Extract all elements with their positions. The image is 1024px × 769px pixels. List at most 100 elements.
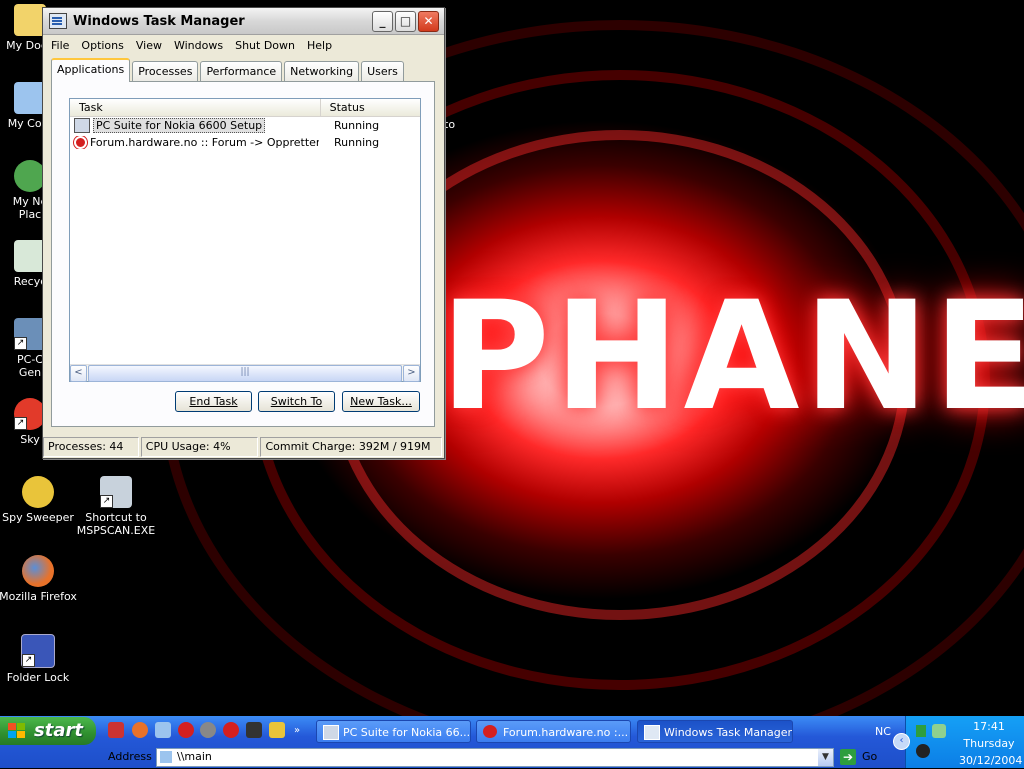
computer-icon xyxy=(160,751,172,763)
applications-panel: Task Status PC Suite for Nokia 6600 Setu… xyxy=(51,81,435,427)
task-name: PC Suite for Nokia 6600 Setup xyxy=(93,118,266,133)
shortcut-arrow-icon: ↗ xyxy=(14,417,27,430)
quicklaunch-disc-icon[interactable] xyxy=(200,722,216,738)
quicklaunch-firefox-icon[interactable] xyxy=(132,722,148,738)
tab-processes[interactable]: Processes xyxy=(132,61,199,81)
desktop-icon-label: PC-C xyxy=(17,353,43,366)
windows-logo-icon xyxy=(8,723,25,738)
steam-tray-icon[interactable] xyxy=(916,744,930,758)
scroll-left-button[interactable]: < xyxy=(70,365,87,382)
window-title: Windows Task Manager xyxy=(73,13,245,29)
opera-icon xyxy=(483,725,497,738)
network-icon[interactable] xyxy=(932,724,946,738)
scroll-right-button[interactable]: > xyxy=(403,365,420,382)
partial-desktop-label: to xyxy=(444,118,456,131)
new-task-button[interactable]: New Task... xyxy=(342,391,420,412)
go-arrow-icon: ➔ xyxy=(840,749,856,765)
tab-networking[interactable]: Networking xyxy=(284,61,360,81)
quicklaunch-computer-icon[interactable] xyxy=(155,722,171,738)
minimize-button[interactable]: _ xyxy=(372,11,393,32)
key-icon: ↗ xyxy=(21,634,55,668)
go-label: Go xyxy=(862,750,878,763)
nc-indicator[interactable]: NC xyxy=(875,725,891,738)
menu-file[interactable]: File xyxy=(45,39,75,52)
column-header-status[interactable]: Status xyxy=(321,99,420,116)
chevron-down-icon[interactable]: ▼ xyxy=(818,749,833,766)
setup-window-icon xyxy=(74,118,90,133)
shortcut-arrow-icon: ↗ xyxy=(100,495,113,508)
column-header-task[interactable]: Task xyxy=(70,99,321,116)
firefox-icon xyxy=(22,555,54,587)
close-button[interactable]: ✕ xyxy=(418,11,439,32)
switch-to-button[interactable]: Switch To xyxy=(258,391,335,412)
wallpaper-text: PHANE xyxy=(440,270,1024,444)
status-cpu-usage: CPU Usage: 4% xyxy=(140,437,259,457)
list-header: Task Status xyxy=(70,99,420,117)
task-list[interactable]: Task Status PC Suite for Nokia 6600 Setu… xyxy=(69,98,421,382)
crosshair-icon xyxy=(22,476,54,508)
system-tray: 17:41 Thursday 30/12/2004 xyxy=(905,716,1024,768)
task-status: Running xyxy=(334,136,380,149)
status-bar: Processes: 44 CPU Usage: 4% Commit Charg… xyxy=(43,437,444,457)
address-toolbar: Address \\main ▼ ➔ Go xyxy=(100,746,900,768)
taskbar-button-task-manager[interactable]: Windows Task Manager xyxy=(637,720,793,743)
address-label: Address xyxy=(108,750,152,763)
tab-applications[interactable]: Applications xyxy=(51,58,131,82)
scroll-thumb[interactable]: ||| xyxy=(88,365,402,382)
tab-users[interactable]: Users xyxy=(361,61,404,81)
quicklaunch-app-icon[interactable] xyxy=(108,722,124,738)
address-input[interactable]: \\main ▼ xyxy=(156,748,834,767)
quicklaunch-opera-icon[interactable] xyxy=(223,722,239,738)
shortcut-arrow-icon: ↗ xyxy=(22,654,35,667)
menu-windows[interactable]: Windows xyxy=(168,39,229,52)
quicklaunch-opera-icon[interactable] xyxy=(178,722,194,738)
go-button[interactable]: ➔ Go xyxy=(840,748,877,766)
taskbar-button-label: PC Suite for Nokia 66... xyxy=(343,726,471,739)
taskbar-button-label: Windows Task Manager xyxy=(664,726,793,739)
clock-date: 30/12/2004 xyxy=(959,754,1023,767)
tab-performance[interactable]: Performance xyxy=(200,61,283,81)
taskbar-button-forum[interactable]: Forum.hardware.no :... xyxy=(476,720,631,743)
desktop-icon-mozilla-firefox[interactable]: Mozilla Firefox xyxy=(0,555,78,603)
quicklaunch-chevron-icon[interactable]: » xyxy=(294,725,300,736)
task-status: Running xyxy=(334,119,380,132)
opera-icon xyxy=(74,136,87,149)
menu-view[interactable]: View xyxy=(130,39,168,52)
quicklaunch-steam-icon[interactable] xyxy=(246,722,262,738)
status-processes: Processes: 44 xyxy=(43,437,139,457)
start-label: start xyxy=(34,720,83,741)
menu-shut-down[interactable]: Shut Down xyxy=(229,39,301,52)
desktop-icon-label: Spy Sweeper xyxy=(2,511,74,524)
start-button[interactable]: start xyxy=(0,717,96,745)
tray-app-icon[interactable] xyxy=(916,725,926,737)
clock-day: Thursday xyxy=(963,737,1015,750)
end-task-button[interactable]: End Task xyxy=(175,391,252,412)
desktop-icon-label: Folder Lock xyxy=(6,671,70,684)
taskbar-button-label: Forum.hardware.no :... xyxy=(503,726,629,739)
taskbar: start » PC Suite for Nokia 66... Forum.h… xyxy=(0,716,1024,768)
title-bar[interactable]: Windows Task Manager _ □ ✕ xyxy=(43,8,444,35)
desktop-icon-label: Shortcut to xyxy=(85,511,147,524)
desktop-icon-folder-lock[interactable]: ↗ Folder Lock xyxy=(0,634,78,684)
desktop-icon-spy-sweeper[interactable]: Spy Sweeper xyxy=(0,476,78,524)
quicklaunch-pencil-icon[interactable] xyxy=(269,722,285,738)
table-row[interactable]: PC Suite for Nokia 6600 Setup Running xyxy=(70,117,420,134)
task-manager-icon xyxy=(644,725,660,740)
desktop-icon-label: Gen xyxy=(18,366,42,379)
show-hidden-icons-chevron-icon[interactable]: ‹ xyxy=(893,733,910,750)
desktop-icon-mspscan-shortcut[interactable]: ↗ Shortcut to MSPSCAN.EXE xyxy=(76,476,156,537)
desktop-icon-label: Mozilla Firefox xyxy=(0,590,77,603)
menu-help[interactable]: Help xyxy=(301,39,338,52)
maximize-button[interactable]: □ xyxy=(395,11,416,32)
table-row[interactable]: Forum.hardware.no :: Forum -> Oppretter … xyxy=(70,134,420,151)
taskbar-button-pc-suite[interactable]: PC Suite for Nokia 66... xyxy=(316,720,471,743)
clock[interactable]: 17:41 Thursday 30/12/2004 xyxy=(959,718,1023,769)
task-name: Forum.hardware.no :: Forum -> Oppretter … xyxy=(90,136,319,149)
horizontal-scrollbar[interactable]: < ||| > xyxy=(70,364,420,382)
menu-options[interactable]: Options xyxy=(75,39,129,52)
setup-window-icon xyxy=(323,725,339,740)
scanner-icon: ↗ xyxy=(100,476,132,508)
shortcut-arrow-icon: ↗ xyxy=(14,337,27,350)
desktop-icon-label: MSPSCAN.EXE xyxy=(76,524,156,537)
desktop-icon-label: Sky xyxy=(20,433,40,446)
